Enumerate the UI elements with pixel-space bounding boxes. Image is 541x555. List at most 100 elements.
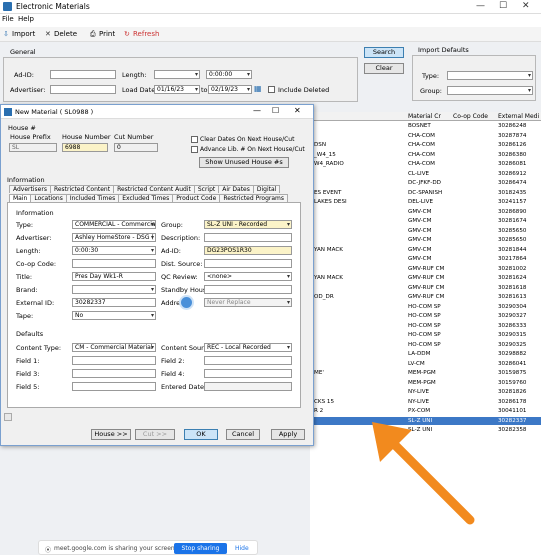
table-row[interactable]: _W4_15 CHA-COM 30286380 bbox=[310, 151, 541, 160]
house-number-input[interactable]: 6988 bbox=[62, 143, 108, 152]
table-row[interactable]: GMV-CM 30285650 bbox=[310, 236, 541, 245]
table-row[interactable]: GMV-CM 30286890 bbox=[310, 208, 541, 217]
house-prefix-input[interactable]: SL bbox=[9, 143, 57, 152]
standby-house-input[interactable] bbox=[204, 285, 292, 294]
menu-file[interactable]: File bbox=[2, 15, 14, 23]
tab-restricted-content[interactable]: Restricted Content bbox=[49, 185, 115, 193]
table-row[interactable]: ES EVENT DC-SPANISH 30182435 bbox=[310, 189, 541, 198]
table-row[interactable]: CHA-COM 30287874 bbox=[310, 132, 541, 141]
tab-included-times[interactable]: Included Times bbox=[65, 194, 120, 202]
load-date-to[interactable]: 02/19/23 bbox=[208, 85, 252, 94]
close-icon[interactable]: ✕ bbox=[522, 1, 530, 11]
tab-restricted-content-audit[interactable]: Restricted Content Audit bbox=[113, 185, 195, 193]
apply-button[interactable]: Apply bbox=[271, 429, 305, 440]
table-row[interactable]: ME' MEM-PGM 30159875 bbox=[310, 369, 541, 378]
adid-filter-input[interactable] bbox=[50, 70, 116, 79]
group-select[interactable]: SL-Z UNI - Recorded bbox=[204, 220, 292, 229]
table-row[interactable]: BOSNET 30286248 bbox=[310, 122, 541, 131]
adid-input[interactable]: DG23POS1R30 bbox=[204, 246, 292, 255]
delete-button[interactable]: ✕ Delete bbox=[45, 30, 77, 38]
field3-input[interactable] bbox=[72, 369, 156, 378]
title-input[interactable]: Pres Day Wk1-R bbox=[72, 272, 156, 281]
content-source-select[interactable]: REC - Local Recorded bbox=[204, 343, 292, 352]
print-button[interactable]: ⎙ Print bbox=[90, 30, 115, 38]
menu-help[interactable]: Help bbox=[18, 15, 34, 23]
tab-locations[interactable]: Locations bbox=[30, 194, 67, 202]
external-id-input[interactable]: 30282337 bbox=[72, 298, 156, 307]
dialog-maximize-icon[interactable]: ☐ bbox=[272, 106, 279, 115]
qc-review-select[interactable]: <none> bbox=[204, 272, 292, 281]
address-select[interactable]: Never Replace bbox=[204, 298, 292, 307]
include-deleted-checkbox[interactable] bbox=[268, 86, 275, 93]
show-unused-button[interactable]: Show Unused House #s bbox=[199, 157, 289, 168]
table-row[interactable]: NY-LIVE 30281826 bbox=[310, 388, 541, 397]
stop-sharing-button[interactable]: Stop sharing bbox=[174, 543, 227, 554]
col-coop-code[interactable]: Co-op Code bbox=[453, 113, 488, 120]
table-row[interactable]: HO-COM SP 30286333 bbox=[310, 322, 541, 331]
clear-dates-checkbox[interactable] bbox=[191, 136, 198, 143]
brand-select[interactable] bbox=[72, 285, 156, 294]
tab-advertisers[interactable]: Advertisers bbox=[9, 185, 51, 193]
tab-restricted-programs[interactable]: Restricted Programs bbox=[219, 194, 289, 202]
import-group-select[interactable] bbox=[447, 86, 533, 95]
advertiser-filter-input[interactable] bbox=[50, 85, 116, 94]
length-filter-input[interactable]: 0:00:00 bbox=[206, 70, 252, 79]
load-date-from[interactable]: 01/16/23 bbox=[154, 85, 200, 94]
import-button[interactable]: ⇩ Import bbox=[3, 30, 35, 38]
type-select[interactable]: COMMERCIAL - Commercial bbox=[72, 220, 156, 229]
table-row[interactable]: CL-LIVE 30286912 bbox=[310, 170, 541, 179]
table-row[interactable]: OD_DR GMV-RUF CM 30281613 bbox=[310, 293, 541, 302]
tab-main[interactable]: Main bbox=[9, 194, 32, 202]
length-operator-select[interactable] bbox=[154, 70, 200, 79]
field2-input[interactable] bbox=[204, 356, 292, 365]
refresh-button[interactable]: ↻ Refresh bbox=[124, 30, 159, 38]
entered-date-input[interactable] bbox=[204, 382, 292, 391]
house-next-button[interactable]: House >> bbox=[91, 429, 131, 440]
field4-input[interactable] bbox=[204, 369, 292, 378]
col-external[interactable]: External Medi bbox=[498, 113, 539, 120]
table-row[interactable]: GMV-RUF CM 30281002 bbox=[310, 265, 541, 274]
table-row[interactable]: MEM-PGM 30159760 bbox=[310, 379, 541, 388]
table-row[interactable]: LA-DDM 30298882 bbox=[310, 350, 541, 359]
table-row[interactable]: HO-COM SP 30290304 bbox=[310, 303, 541, 312]
import-type-select[interactable] bbox=[447, 71, 533, 80]
field1-input[interactable] bbox=[72, 356, 156, 365]
maximize-icon[interactable]: ☐ bbox=[499, 1, 507, 11]
table-row[interactable]: YAN MACK GMV-RUF CM 30281624 bbox=[310, 274, 541, 283]
dialog-minimize-icon[interactable]: — bbox=[253, 106, 261, 115]
coop-input[interactable] bbox=[72, 259, 156, 268]
table-row[interactable]: GMV-CM 30285650 bbox=[310, 227, 541, 236]
tape-select[interactable]: No bbox=[72, 311, 156, 320]
cut-number-input[interactable]: 0 bbox=[114, 143, 158, 152]
table-row[interactable]: R 2 PX-COM 30041101 bbox=[310, 407, 541, 416]
table-row[interactable]: HO-COM SP 30290327 bbox=[310, 312, 541, 321]
advance-lib-checkbox[interactable] bbox=[191, 146, 198, 153]
table-row[interactable]: CKS 15 NY-LIVE 30286178 bbox=[310, 398, 541, 407]
content-type-select[interactable]: CM - Commercial Material bbox=[72, 343, 156, 352]
dist-source-input[interactable] bbox=[204, 259, 292, 268]
table-row[interactable]: W4_RADIO CHA-COM 30286081 bbox=[310, 160, 541, 169]
resize-grip-icon[interactable] bbox=[4, 413, 12, 421]
cut-next-button[interactable]: Cut >> bbox=[135, 429, 175, 440]
field5-input[interactable] bbox=[72, 382, 156, 391]
tab-product-code[interactable]: Product Code bbox=[172, 194, 221, 202]
dialog-close-icon[interactable]: ✕ bbox=[294, 106, 301, 115]
minimize-icon[interactable]: — bbox=[476, 1, 485, 11]
tab-digital[interactable]: Digital bbox=[252, 185, 281, 193]
table-row[interactable]: GMV-CM 30281674 bbox=[310, 217, 541, 226]
table-row[interactable]: GMV-RUF CM 30281618 bbox=[310, 284, 541, 293]
tab-air-dates[interactable]: Air Dates bbox=[218, 185, 254, 193]
table-row[interactable]: HO-COM SP 30290325 bbox=[310, 341, 541, 350]
ok-button[interactable]: OK bbox=[184, 429, 218, 440]
table-row[interactable]: GMV-CM 30217864 bbox=[310, 255, 541, 264]
cancel-button[interactable]: Cancel bbox=[226, 429, 260, 440]
table-row[interactable]: DSN CHA-COM 30286126 bbox=[310, 141, 541, 150]
length-input[interactable]: 0:00:30 bbox=[72, 246, 156, 255]
hide-button[interactable]: Hide bbox=[235, 545, 249, 552]
advertiser-select[interactable]: Ashley HomeStore - DSG ( bbox=[72, 233, 156, 242]
tab-excluded-times[interactable]: Excluded Times bbox=[118, 194, 174, 202]
col-material[interactable]: Material Cr bbox=[408, 113, 441, 120]
table-row[interactable]: HO-COM SP 30290315 bbox=[310, 331, 541, 340]
calendar-icon[interactable]: ▦ bbox=[254, 84, 262, 93]
clear-button[interactable]: Clear bbox=[364, 63, 404, 74]
